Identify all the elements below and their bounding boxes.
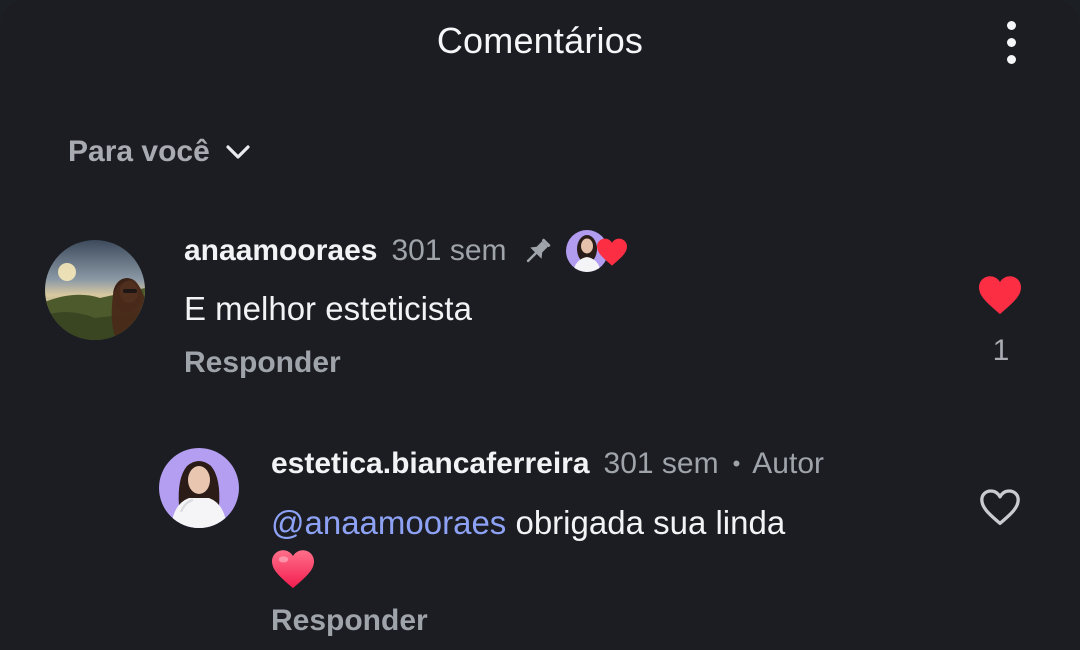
sort-label: Para você bbox=[68, 135, 210, 168]
reply-header: estetica.biancaferreira 301 sem • Autor bbox=[271, 442, 824, 486]
heart-icon bbox=[596, 238, 627, 266]
like-button[interactable] bbox=[977, 487, 1025, 529]
reply-button[interactable]: Responder bbox=[271, 604, 428, 638]
comment-time: 301 sem bbox=[391, 234, 507, 267]
reply-message: obrigada sua linda bbox=[506, 504, 786, 541]
separator-dot: • bbox=[732, 451, 741, 476]
reply-time: 301 sem bbox=[603, 447, 719, 480]
comments-sheet: Comentários Para você anaamooraes 301 se… bbox=[0, 0, 1080, 650]
like-count: 1 bbox=[992, 334, 1010, 367]
author-liked-badge bbox=[565, 228, 631, 274]
more-options-button[interactable] bbox=[990, 18, 1034, 66]
heart-outline-icon bbox=[980, 489, 1020, 525]
sheet-title: Comentários bbox=[436, 20, 644, 61]
reply-avatar[interactable] bbox=[159, 448, 239, 528]
pin-icon bbox=[526, 238, 550, 263]
comment-username[interactable]: anaamooraes bbox=[184, 234, 377, 268]
comment-header: anaamooraes 301 sem bbox=[184, 228, 631, 274]
heart-filled-icon bbox=[979, 276, 1021, 315]
like-button[interactable] bbox=[976, 274, 1026, 318]
reply-username[interactable]: estetica.biancaferreira bbox=[271, 447, 590, 481]
comment-text: E melhor esteticista bbox=[184, 290, 472, 327]
author-label: Autor bbox=[752, 447, 825, 480]
chevron-down-icon bbox=[226, 145, 250, 159]
reply-button[interactable]: Responder bbox=[184, 346, 341, 380]
heart-emoji bbox=[272, 550, 314, 589]
sort-dropdown[interactable]: Para você bbox=[68, 130, 252, 174]
avatar[interactable] bbox=[45, 240, 145, 340]
reply-text: @anaamooraes obrigada sua linda bbox=[271, 504, 785, 542]
avatar-photo bbox=[45, 240, 145, 340]
avatar-photo bbox=[159, 448, 239, 528]
mention-link[interactable]: @anaamooraes bbox=[271, 504, 506, 541]
